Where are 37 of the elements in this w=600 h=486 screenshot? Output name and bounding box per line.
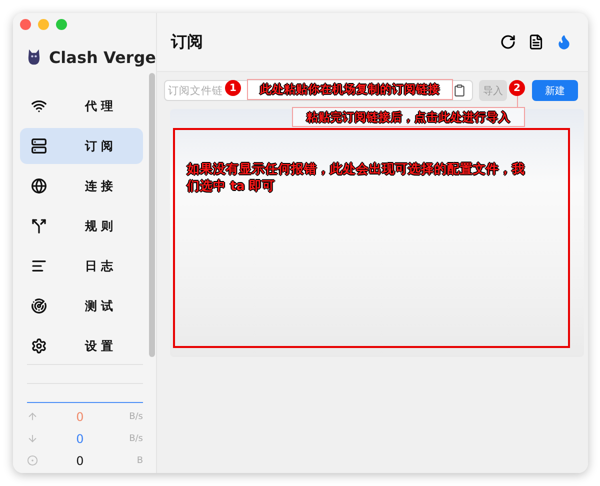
nav-item[interactable]: 规 则: [20, 208, 143, 244]
arrow-up-icon: [27, 411, 38, 422]
flame-icon[interactable]: [556, 34, 572, 50]
wifi-icon: [31, 98, 47, 114]
nav-item[interactable]: 连 接: [20, 168, 143, 204]
traffic-value: 0: [75, 432, 85, 446]
nav-item[interactable]: 日 志: [20, 248, 143, 284]
lines-icon: [31, 258, 47, 274]
annotation-text: 如果没有显示任何报错，此处会出现可选择的配置文件，我们选中 ta 即可: [187, 160, 526, 194]
traffic-unit: B/s: [128, 412, 143, 422]
nav-item[interactable]: 订 阅: [20, 128, 143, 164]
fork-arrow-icon: [31, 218, 47, 234]
nav-item[interactable]: 设 置: [20, 328, 143, 364]
disc-icon: [27, 455, 38, 466]
scrollbar[interactable]: [149, 73, 155, 357]
page-title: 订阅: [171, 32, 203, 52]
nav-item[interactable]: 测 试: [20, 288, 143, 324]
app-name: Clash Verge: [48, 48, 156, 66]
clipboard-icon[interactable]: [453, 84, 466, 97]
new-button[interactable]: 新建: [532, 80, 578, 101]
traffic-value: 0: [75, 454, 85, 468]
radar-icon: [31, 298, 47, 314]
traffic-value: 0: [75, 410, 85, 424]
globe-icon: [31, 178, 47, 194]
annotation-note: 粘贴完订阅链接后，点击此处进行导入: [292, 107, 525, 127]
window-zoom-button[interactable]: [56, 19, 67, 30]
document-icon[interactable]: [528, 34, 544, 50]
annotation-note: 此处粘贴你在机场复制的订阅链接: [247, 79, 453, 100]
settings-icon: [31, 338, 47, 354]
traffic-unit: B/s: [128, 434, 143, 444]
refresh-icon[interactable]: [500, 34, 516, 50]
server-icon: [31, 138, 47, 154]
arrow-down-icon: [27, 433, 38, 444]
step-badge: 2: [509, 80, 525, 96]
window-close-button[interactable]: [20, 19, 31, 30]
traffic-unit: B: [136, 456, 143, 466]
nav-item[interactable]: 代 理: [20, 88, 143, 124]
